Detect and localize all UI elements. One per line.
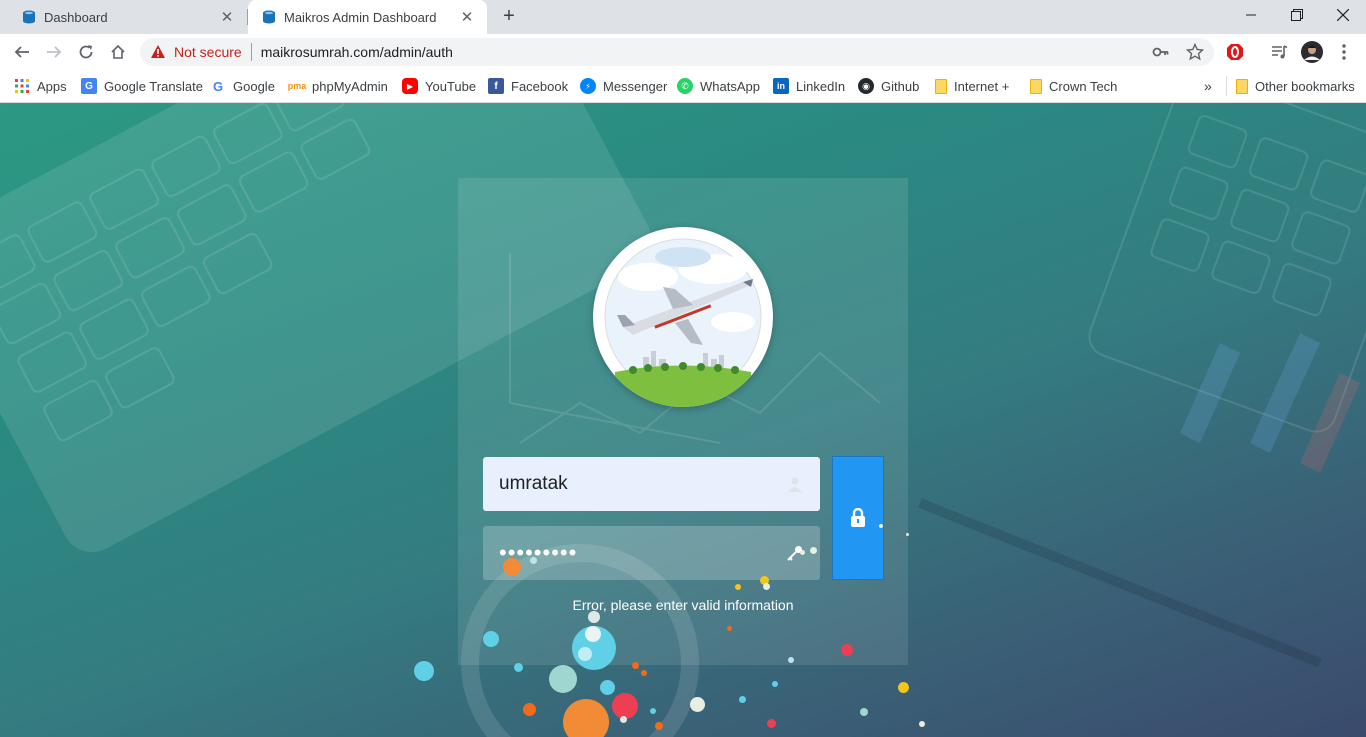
close-icon[interactable]: ✕: [459, 8, 475, 26]
other-bookmarks[interactable]: Other bookmarks: [1236, 76, 1355, 96]
database-icon: [263, 10, 275, 24]
close-window-icon[interactable]: [1320, 0, 1366, 30]
bookmark-folder-internet[interactable]: Internet +: [935, 76, 1009, 96]
username-value: umratak: [499, 473, 568, 494]
user-icon: [788, 477, 802, 492]
bookmark-folder-crown-tech[interactable]: Crown Tech: [1030, 76, 1117, 96]
whatsapp-icon: ✆: [677, 78, 693, 94]
not-secure-label[interactable]: Not secure: [174, 44, 242, 60]
bookmark-label: LinkedIn: [796, 78, 846, 94]
password-field[interactable]: •••••••••: [483, 526, 820, 580]
bookmark-google-translate[interactable]: G Google Translate: [81, 76, 203, 96]
database-icon: [23, 10, 35, 24]
folder-icon: [1030, 78, 1042, 94]
google-icon: G: [210, 78, 226, 94]
close-icon[interactable]: ✕: [219, 8, 235, 26]
youtube-icon: ▶: [402, 78, 418, 94]
bookmark-facebook[interactable]: f Facebook: [488, 76, 568, 96]
bookmark-label: Google Translate: [104, 78, 204, 94]
bookmark-apps[interactable]: Apps: [14, 76, 67, 96]
google-translate-icon: G: [81, 78, 97, 94]
bookmarks-overflow-button[interactable]: »: [1204, 76, 1212, 96]
airplane-logo: [593, 227, 773, 407]
avatar[interactable]: [1300, 40, 1324, 64]
messenger-icon: ⚡: [580, 78, 596, 94]
star-icon[interactable]: [1186, 43, 1204, 61]
tab-title: Dashboard: [44, 9, 108, 25]
minimize-icon[interactable]: [1228, 0, 1274, 30]
bookmark-messenger[interactable]: ⚡ Messenger: [580, 76, 667, 96]
forward-icon[interactable]: [42, 40, 66, 64]
bookmark-github[interactable]: ◉ Github: [858, 76, 919, 96]
bookmark-youtube[interactable]: ▶ YouTube: [402, 76, 476, 96]
warning-icon: [151, 45, 165, 58]
linkedin-icon: in: [773, 78, 789, 94]
bookmark-phpmyadmin[interactable]: pma phpMyAdmin: [288, 76, 388, 96]
bookmark-label: YouTube: [425, 78, 477, 94]
apps-grid-icon: [15, 79, 29, 93]
bookmark-label: Github: [881, 78, 920, 94]
opera-icon[interactable]: [1223, 40, 1247, 64]
facebook-icon: f: [488, 78, 504, 94]
login-page: umratak ••••••••• Error, please enter va…: [0, 103, 1366, 737]
reload-icon[interactable]: [74, 40, 98, 64]
airplane-icon: [604, 238, 762, 407]
restore-icon[interactable]: [1274, 0, 1320, 30]
menu-icon[interactable]: [1332, 40, 1356, 64]
browser-toolbar: Not secure maikrosumrah.com/admin/auth: [0, 34, 1366, 70]
bookmark-google[interactable]: G Google: [210, 76, 275, 96]
bookmark-label: Other bookmarks: [1255, 78, 1355, 94]
bookmark-label: Apps: [37, 78, 67, 94]
divider: [1226, 76, 1227, 96]
bookmark-label: Google: [233, 78, 275, 94]
tab-strip: Dashboard ✕ Maikros Admin Dashboard ✕ +: [0, 0, 1366, 34]
github-icon: ◉: [858, 78, 874, 94]
back-icon[interactable]: [10, 40, 34, 64]
home-icon[interactable]: [106, 40, 130, 64]
media-icon[interactable]: [1267, 40, 1291, 64]
bookmark-label: Messenger: [603, 78, 668, 94]
bookmark-label: phpMyAdmin: [312, 78, 388, 94]
bookmark-whatsapp[interactable]: ✆ WhatsApp: [677, 76, 760, 96]
bookmark-linkedin[interactable]: in LinkedIn: [773, 76, 845, 96]
tab-dashboard[interactable]: Dashboard ✕: [0, 0, 247, 34]
lock-icon: [851, 508, 865, 527]
url-text[interactable]: maikrosumrah.com/admin/auth: [261, 44, 453, 60]
phpmyadmin-icon: pma: [288, 78, 306, 94]
tab-title: Maikros Admin Dashboard: [284, 9, 437, 25]
folder-icon: [1236, 78, 1248, 94]
bookmark-label: Facebook: [511, 78, 569, 94]
error-message: Error, please enter valid information: [572, 597, 794, 613]
key-icon[interactable]: [1152, 43, 1170, 61]
new-tab-button[interactable]: +: [498, 6, 520, 28]
tab-maikros-admin[interactable]: Maikros Admin Dashboard ✕: [248, 0, 487, 34]
divider: [250, 43, 252, 61]
bookmark-label: Internet +: [954, 78, 1010, 94]
bookmark-label: WhatsApp: [700, 78, 760, 94]
bookmark-label: Crown Tech: [1049, 78, 1118, 94]
address-bar[interactable]: Not secure maikrosumrah.com/admin/auth: [140, 38, 1214, 66]
username-field[interactable]: umratak: [483, 457, 820, 511]
login-button[interactable]: [832, 456, 884, 580]
bookmarks-bar: Apps G Google Translate G Google pma php…: [0, 70, 1366, 103]
folder-icon: [935, 78, 947, 94]
